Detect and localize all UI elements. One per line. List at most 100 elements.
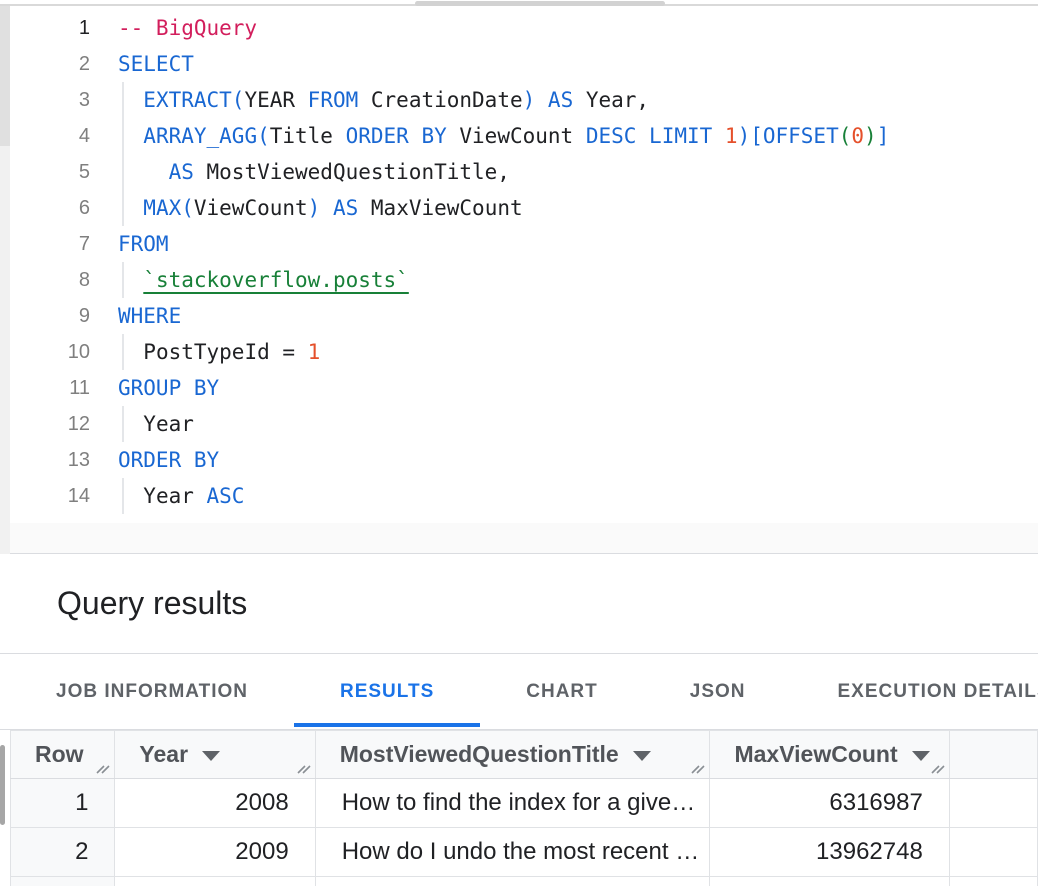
tab-results[interactable]: RESULTS — [294, 654, 480, 729]
tab-job-information[interactable]: JOB INFORMATION — [10, 654, 294, 729]
line-number: 1 — [0, 10, 90, 46]
query-results-header: Query results — [0, 554, 1038, 654]
tab-label: JOB INFORMATION — [56, 681, 248, 703]
column-dropdown-icon[interactable] — [912, 751, 930, 761]
cell-maxviewcount: 6316987 — [710, 779, 949, 828]
code-token: ) — [308, 196, 321, 220]
code-token: GROUP BY — [118, 376, 219, 400]
code-token: 1 — [725, 124, 738, 148]
bigquery-editor-screen: { "app": { "description": "BigQuery SQL … — [0, 0, 1038, 886]
column-header-label: Row — [35, 741, 84, 767]
table-reference-link[interactable]: `stackoverflow.posts` — [143, 268, 409, 292]
code-token: SELECT — [118, 52, 194, 76]
code-token: ( — [839, 124, 852, 148]
column-resize-grip-icon[interactable] — [296, 759, 312, 775]
code-line: 1 -- BigQuery — [0, 10, 1038, 46]
cell-maxviewcount: 13962748 — [710, 828, 949, 877]
indent-guide — [122, 478, 124, 514]
code-token: Year — [143, 484, 194, 508]
code-token: FROM — [118, 232, 169, 256]
code-text: Year — [118, 406, 194, 442]
code-line: 2 SELECT — [0, 46, 1038, 82]
column-resize-grip-icon[interactable] — [930, 759, 946, 775]
code-token: CreationDate — [358, 88, 522, 112]
code-line: 4 ARRAY_AGG(Title ORDER BY ViewCount DES… — [0, 118, 1038, 154]
code-token: YEAR — [244, 88, 307, 112]
tab-label: RESULTS — [340, 681, 434, 703]
tab-label: JSON — [690, 681, 746, 703]
column-header-maxviewcount[interactable]: MaxViewCount — [710, 731, 949, 779]
code-token: 0 — [851, 124, 864, 148]
vertical-scrollbar-thumb[interactable] — [0, 745, 5, 825]
indent-guide — [122, 334, 124, 370]
indent-guide — [122, 262, 124, 298]
line-number: 13 — [0, 442, 90, 478]
code-line: 9 WHERE — [0, 298, 1038, 334]
tab-label: EXECUTION DETAILS — [838, 681, 1038, 703]
code-line: 5 AS MostViewedQuestionTitle, — [0, 154, 1038, 190]
indent-guide — [122, 406, 124, 442]
column-resize-grip-icon[interactable] — [95, 759, 111, 775]
code-line: 8 `stackoverflow.posts` — [0, 262, 1038, 298]
line-number: 7 — [0, 226, 90, 262]
code-text: EXTRACT(YEAR FROM CreationDate) AS Year, — [118, 82, 649, 118]
line-number: 4 — [0, 118, 90, 154]
table-row: 12008How to find the index for a give…63… — [11, 779, 1038, 828]
cell-clipped — [115, 877, 315, 886]
column-header-label: Year — [139, 741, 188, 767]
active-tab-underline — [294, 723, 480, 727]
code-token: AS — [320, 196, 371, 220]
code-token: Year — [143, 412, 194, 436]
table-row: 22009How do I undo the most recent …1396… — [11, 828, 1038, 877]
left-scrollbar-thumb[interactable] — [0, 6, 10, 146]
line-number: 14 — [0, 478, 90, 514]
code-token: ASC — [194, 484, 245, 508]
column-dropdown-icon[interactable] — [202, 751, 220, 761]
cell-mostviewedquestiontitle: How to find the index for a give… — [315, 779, 710, 828]
table-header-row: Row Year MostViewedQuestionTitleMaxViewCou… — [11, 731, 1038, 779]
code-text: WHERE — [118, 298, 181, 334]
results-table-region: Row Year MostViewedQuestionTitleMaxViewCou… — [0, 730, 1038, 886]
tab-execution-details[interactable]: EXECUTION DETAILS — [792, 654, 1038, 729]
code-text: PostTypeId = 1 — [118, 334, 320, 370]
code-text: MAX(ViewCount) AS MaxViewCount — [118, 190, 523, 226]
code-line: 11GROUP BY — [0, 370, 1038, 406]
left-scrollbar-track — [0, 6, 10, 554]
column-header-row[interactable]: Row — [11, 731, 115, 779]
cell-year: 2009 — [115, 828, 315, 877]
line-number: 8 — [0, 262, 90, 298]
column-dropdown-icon[interactable] — [633, 751, 651, 761]
line-number: 2 — [0, 46, 90, 82]
column-header-clipped — [949, 731, 1037, 779]
code-token: DESC LIMIT — [573, 124, 725, 148]
line-number: 12 — [0, 406, 90, 442]
code-token: ViewCount — [194, 196, 308, 220]
code-token: WHERE — [118, 304, 181, 328]
column-resize-grip-icon[interactable] — [690, 759, 706, 775]
column-header-mostviewedquestiontitle[interactable]: MostViewedQuestionTitle — [315, 731, 710, 779]
code-token: ARRAY_AGG( — [143, 124, 269, 148]
code-line: 6 MAX(ViewCount) AS MaxViewCount — [0, 190, 1038, 226]
indent-guide — [122, 82, 124, 118]
tab-chart[interactable]: CHART — [480, 654, 644, 729]
cell-clipped — [949, 779, 1037, 828]
indent-guide — [122, 190, 124, 226]
line-number: 9 — [0, 298, 90, 334]
code-token: ) — [864, 124, 877, 148]
code-token: Year, — [586, 88, 649, 112]
code-token: -- BigQuery — [118, 16, 257, 40]
code-line: 14 Year ASC — [0, 478, 1038, 514]
code-token: MAX( — [143, 196, 194, 220]
sql-editor[interactable]: 1-- BigQuery2SELECT3 EXTRACT(YEAR FROM C… — [0, 6, 1038, 523]
code-text: GROUP BY — [118, 370, 219, 406]
tab-label: CHART — [526, 681, 598, 703]
line-number: 6 — [0, 190, 90, 226]
tab-json[interactable]: JSON — [644, 654, 792, 729]
table-row-clipped — [11, 877, 1038, 886]
cell-clipped — [710, 877, 949, 886]
indent-guide — [122, 118, 124, 154]
code-token: ] — [877, 124, 890, 148]
column-header-year[interactable]: Year — [115, 731, 315, 779]
code-line: 12 Year — [0, 406, 1038, 442]
code-text: FROM — [118, 226, 169, 262]
